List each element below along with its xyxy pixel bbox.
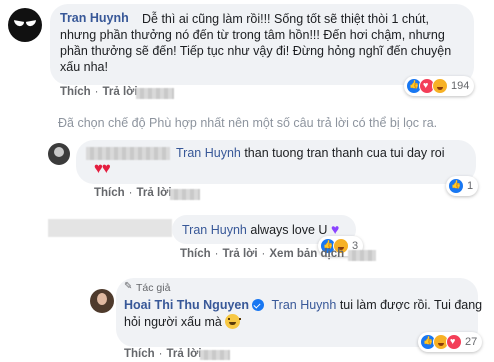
avatar-eye bbox=[26, 20, 36, 27]
mention-link[interactable]: Tran Huynh bbox=[271, 298, 336, 312]
mention-link[interactable]: Tran Huynh bbox=[176, 146, 241, 160]
smiley-emoji-icon bbox=[225, 314, 242, 329]
like-link[interactable]: Thích bbox=[124, 348, 155, 360]
love-reaction-icon bbox=[446, 334, 462, 350]
haha-reaction-icon bbox=[432, 78, 448, 94]
avatar[interactable] bbox=[48, 143, 70, 165]
purple-heart-emoji-icon: ♥ bbox=[330, 221, 340, 237]
timestamp-blurred bbox=[348, 250, 376, 261]
like-link[interactable]: Thích bbox=[94, 187, 125, 199]
avatar-eye bbox=[14, 20, 24, 27]
comment-text: Hoai Thi Thu Nguyen Tran Huynh tui làm đ… bbox=[124, 298, 483, 312]
see-translation-link[interactable]: Xem bản dịch bbox=[269, 248, 344, 260]
reaction-count: 1 bbox=[467, 180, 474, 192]
comment-actions: Thích·Trả lời·Xem bản dịch· bbox=[180, 248, 352, 260]
comment-text-line: nhưng phần thưởng nó đến từ trong tâm hồ… bbox=[60, 28, 445, 42]
avatar-and-name-blurred bbox=[48, 219, 172, 237]
filter-notice: Đã chọn chế độ Phù hợp nhất nên một số c… bbox=[58, 116, 438, 130]
comment-text: Tran Huynh always love U ♥ bbox=[182, 221, 340, 237]
timestamp-blurred bbox=[200, 350, 230, 360]
comment-author[interactable]: Tran Huynh bbox=[60, 11, 129, 25]
reaction-count: 194 bbox=[451, 80, 470, 92]
author-badge: Tác giả bbox=[124, 281, 170, 295]
comment-text-line: phần thưởng sẽ đến! Tiếp tục như vậy đi!… bbox=[60, 44, 452, 58]
avatar[interactable] bbox=[90, 289, 114, 313]
reaction-summary[interactable]: 1 bbox=[446, 176, 479, 196]
mention-link[interactable]: Tran Huynh bbox=[182, 223, 247, 237]
reply-link[interactable]: Trả lời bbox=[223, 248, 258, 260]
verified-badge-icon bbox=[252, 299, 264, 311]
author-name-blurred bbox=[86, 147, 170, 160]
comment-text-line: xấu nha! bbox=[60, 60, 108, 74]
reaction-summary[interactable]: 27 bbox=[418, 332, 483, 352]
reply-link[interactable]: Trả lời bbox=[167, 348, 202, 360]
comment-text-line: Dễ thì ai cũng làm rồi!!! Sống tốt sẽ th… bbox=[142, 12, 429, 26]
avatar[interactable] bbox=[8, 8, 42, 42]
comment-text: Tran Huynh than tuong tran thanh cua tui… bbox=[176, 146, 445, 160]
timestamp-blurred bbox=[170, 189, 200, 200]
heart-emoji-icon: ♥♥ bbox=[94, 160, 111, 177]
like-link[interactable]: Thích bbox=[60, 86, 91, 98]
pencil-icon bbox=[124, 281, 133, 293]
like-reaction-icon bbox=[448, 178, 464, 194]
reaction-count: 27 bbox=[465, 336, 478, 348]
comment-text-line: hỏi người xấu mà bbox=[124, 314, 242, 331]
timestamp-blurred bbox=[136, 88, 174, 99]
like-link[interactable]: Thích bbox=[180, 248, 211, 260]
comment-author[interactable]: Hoai Thi Thu Nguyen bbox=[124, 298, 249, 312]
reaction-summary[interactable]: 194 bbox=[404, 76, 475, 96]
reply-link[interactable]: Trả lời bbox=[137, 187, 172, 199]
reply-link[interactable]: Trả lời bbox=[103, 86, 138, 98]
